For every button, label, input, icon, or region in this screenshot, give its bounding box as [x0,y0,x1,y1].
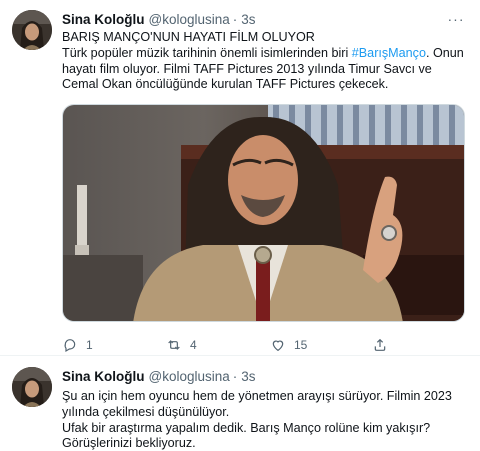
tweet-photo[interactable] [62,104,465,322]
tweet-line: Ufak bir araştırma yapalım dedik. Barış … [62,420,431,451]
retweet-icon [168,340,180,350]
tweet[interactable]: Sina Koloğlu @kologlusina · 3s ··· BARIŞ… [0,0,480,356]
hashtag-link[interactable]: #BarışManço [352,46,426,60]
separator-dot: · [232,368,238,384]
tweet[interactable]: Sina Koloğlu @kologlusina · 3s Şu an içi… [0,357,480,451]
reply-button[interactable]: 1 [62,335,93,355]
share-icon [374,338,386,351]
tweet-actions: 1 4 15 [62,335,422,355]
tweet-body-start: Türk popüler müzik tarihinin önemli isim… [62,45,352,60]
tweet-title: BARIŞ MANÇO'NUN HAYATI FİLM OLUYOR [62,30,315,44]
author-name[interactable]: Sina Koloğlu [62,369,145,384]
tweet-text: BARIŞ MANÇO'NUN HAYATI FİLM OLUYOR Türk … [62,30,466,93]
author-handle[interactable]: @kologlusina [149,369,230,384]
avatar[interactable] [12,367,52,407]
timestamp[interactable]: 3s [241,369,255,384]
separator-dot: · [232,11,238,27]
tweet-text: Şu an için hem oyuncu hem de yönetmen ar… [62,389,466,451]
retweet-button[interactable]: 4 [166,335,197,355]
author-handle[interactable]: @kologlusina [149,12,230,27]
tweet-line: Şu an için hem oyuncu hem de yönetmen ar… [62,389,452,419]
tweet-header: Sina Koloğlu @kologlusina · 3s [62,10,466,28]
tweet-body: Türk popüler müzik tarihinin önemli isim… [62,46,466,93]
reply-icon [64,339,76,353]
timestamp[interactable]: 3s [241,12,255,27]
share-button[interactable] [372,335,388,355]
tweet-header: Sina Koloğlu @kologlusina · 3s [62,367,466,385]
retweet-count: 4 [190,338,197,352]
like-count: 15 [294,338,308,352]
more-icon[interactable]: ··· [446,10,466,28]
like-button[interactable]: 15 [270,335,307,355]
avatar[interactable] [12,10,52,50]
like-icon [272,340,284,352]
reply-count: 1 [86,338,93,352]
author-name[interactable]: Sina Koloğlu [62,12,145,27]
